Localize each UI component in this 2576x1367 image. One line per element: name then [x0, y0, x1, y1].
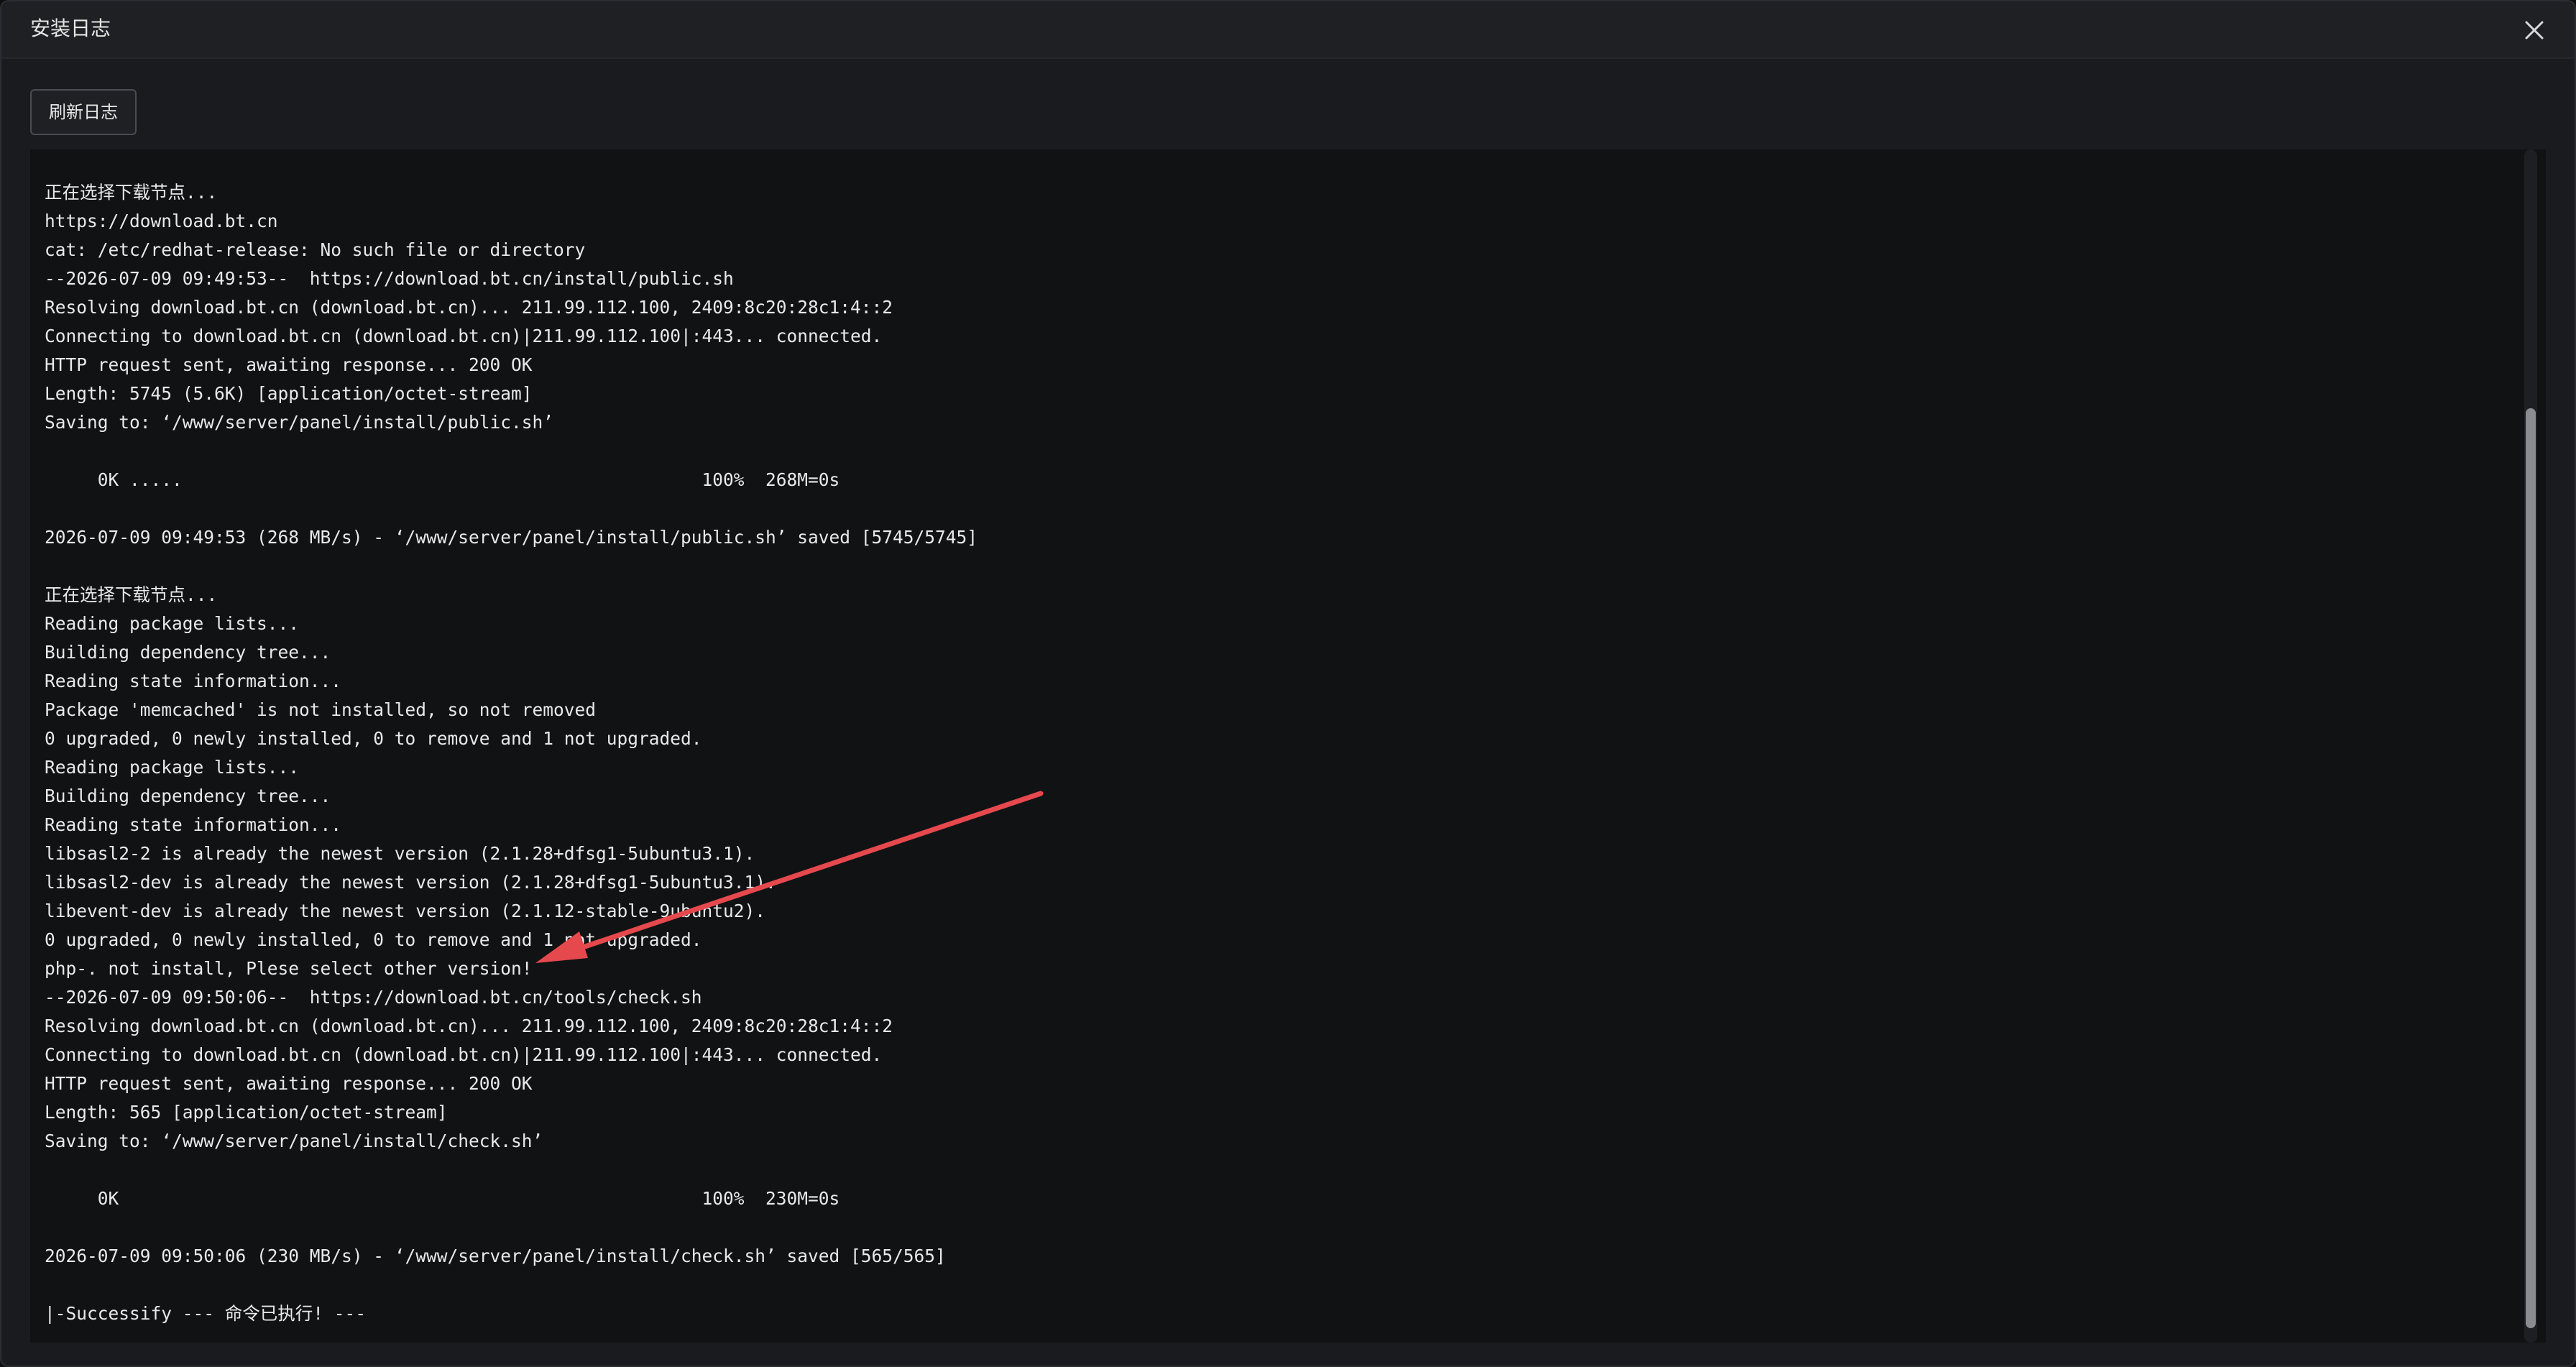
log-line: libevent-dev is already the newest versi… — [45, 901, 766, 921]
dialog-titlebar: 安装日志 — [1, 1, 2575, 59]
log-line: Building dependency tree... — [45, 786, 331, 806]
log-line: Connecting to download.bt.cn (download.b… — [45, 326, 883, 346]
log-line: libsasl2-2 is already the newest version… — [45, 843, 755, 864]
log-line: Length: 5745 (5.6K) [application/octet-s… — [45, 383, 533, 404]
log-line: Reading state information... — [45, 671, 342, 691]
log-line: Building dependency tree... — [45, 642, 331, 663]
log-line: 2026-07-09 09:50:06 (230 MB/s) - ‘/www/s… — [45, 1246, 946, 1266]
dialog-toolbar: 刷新日志 — [1, 59, 2575, 149]
log-line: |-Successify --- 命令已执行! --- — [45, 1303, 367, 1324]
log-line: Reading state information... — [45, 814, 342, 835]
log-line: --2026-07-09 09:50:06-- https://download… — [45, 987, 702, 1008]
close-icon — [2525, 21, 2544, 40]
log-line: HTTP request sent, awaiting response... … — [45, 1073, 533, 1094]
log-line: Length: 565 [application/octet-stream] — [45, 1102, 448, 1123]
log-line: 0 upgraded, 0 newly installed, 0 to remo… — [45, 929, 702, 950]
log-line: Resolving download.bt.cn (download.bt.cn… — [45, 297, 893, 318]
log-line: --2026-07-09 09:49:53-- https://download… — [45, 268, 734, 289]
log-line: Reading package lists... — [45, 613, 300, 634]
log-line: 0K 100% 230M=0s — [45, 1188, 840, 1209]
log-scrollbar[interactable] — [2524, 149, 2537, 1343]
log-line: 0 upgraded, 0 newly installed, 0 to remo… — [45, 728, 702, 749]
log-line: https://download.bt.cn — [45, 211, 278, 231]
log-line: Connecting to download.bt.cn (download.b… — [45, 1044, 883, 1065]
scrollbar-thumb[interactable] — [2526, 408, 2536, 1328]
log-line: 正在选择下载节点... — [45, 584, 218, 605]
log-line: Saving to: ‘/www/server/panel/install/ch… — [45, 1131, 543, 1151]
close-button[interactable] — [2518, 14, 2550, 46]
refresh-log-button[interactable]: 刷新日志 — [30, 89, 137, 135]
log-line: libsasl2-dev is already the newest versi… — [45, 872, 776, 893]
log-line: 正在选择下载节点... — [45, 182, 218, 203]
log-output[interactable]: 正在选择下载节点... https://download.bt.cn cat: … — [30, 149, 2546, 1343]
log-line: php-. not install, Plese select other ve… — [45, 958, 533, 979]
log-line: Resolving download.bt.cn (download.bt.cn… — [45, 1016, 893, 1036]
log-line: Reading package lists... — [45, 757, 300, 778]
log-line: 2026-07-09 09:49:53 (268 MB/s) - ‘/www/s… — [45, 527, 978, 548]
log-line: HTTP request sent, awaiting response... … — [45, 354, 533, 375]
log-line: cat: /etc/redhat-release: No such file o… — [45, 239, 586, 260]
install-log-dialog: 安装日志 刷新日志 正在选择下载节点... https://download.b… — [0, 0, 2576, 1367]
log-line: Saving to: ‘/www/server/panel/install/pu… — [45, 412, 554, 433]
log-text: 正在选择下载节点... https://download.bt.cn cat: … — [45, 178, 978, 1328]
dialog-title: 安装日志 — [30, 17, 111, 40]
log-line: Package 'memcached' is not installed, so… — [45, 699, 597, 720]
log-line: 0K ..... 100% 268M=0s — [45, 469, 840, 490]
